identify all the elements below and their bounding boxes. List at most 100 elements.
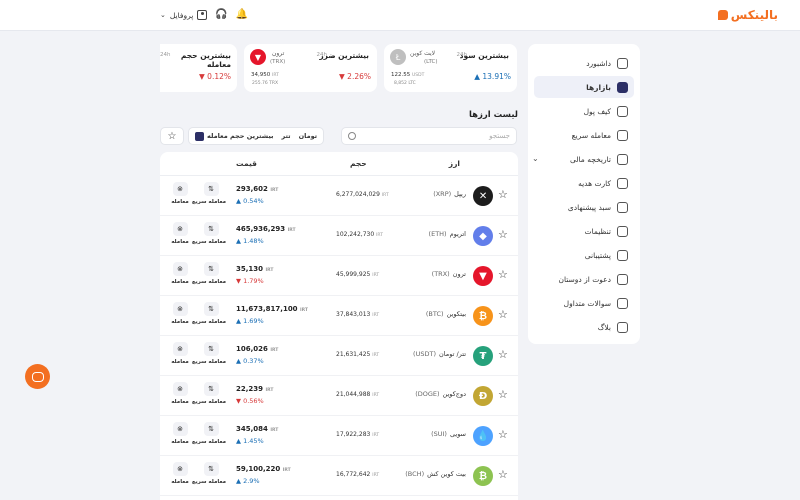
coin-label: اتریوم (ETH) (429, 230, 466, 238)
sidebar-item-gear[interactable]: تنظیمات (534, 220, 634, 242)
table-row[interactable]: ☆ ▼ ترون (TRX) 45,999,925 IRT 35,130 IRT ▼ 1.7… (160, 256, 518, 296)
trade-button[interactable]: ⊗ معامله (165, 222, 195, 245)
volume-value: 21,631,425 IRT (336, 351, 380, 358)
trade-button[interactable]: ⊗ معامله (165, 462, 195, 485)
quick-trade-button[interactable]: ⇅ معامله سریع (191, 462, 226, 485)
stat-card-top-gainer[interactable]: بیشترین سود 24h Ł لایت کوین (LTC) 122.55… (384, 44, 517, 92)
support-chat-button[interactable] (25, 364, 50, 389)
brand-logo[interactable]: بالینکس (717, 7, 778, 23)
sidebar-item-markets[interactable]: بازارها (534, 76, 634, 98)
quick-trade-label: معامله سریع (191, 479, 226, 485)
table-row[interactable]: ☆ ₿ بیت کوین کش (BCH) 16,772,642 IRT 59,100,2… (160, 456, 518, 496)
swap-icon: ⇅ (203, 422, 219, 436)
price-value: 11,673,817,100 IRT (236, 305, 309, 313)
change-value: ▲ 1.69% (236, 317, 264, 325)
star-icon[interactable]: ☆ (498, 429, 508, 440)
profile-button[interactable]: ⌄ پروفایل (160, 10, 208, 20)
table-row[interactable]: ☆ Ð دوج‌کوین (DOGE) 21,044,988 IRT 22,239 IRT… (160, 376, 518, 416)
sidebar-item-blog[interactable]: بلاگ (534, 316, 634, 338)
trade-button[interactable]: ⊗ معامله (165, 182, 195, 205)
swap-icon: ⇅ (203, 342, 219, 356)
change-value: ▲ 1.48% (236, 237, 264, 245)
coin-name: دوج‌کوین (442, 390, 466, 398)
quick-trade-label: معامله سریع (191, 359, 226, 365)
favorites-filter-button[interactable]: ☆ (160, 127, 184, 145)
star-icon[interactable]: ☆ (498, 309, 508, 320)
table-row[interactable]: ☆ 💧 سویی (SUI) 17,922,283 IRT 345,084 IRT ▲ 1.… (160, 416, 518, 456)
trade-button[interactable]: ⊗ معامله (165, 422, 195, 445)
sort-dropdown[interactable]: بیشترین حجم معامله (195, 131, 273, 141)
table-row[interactable]: ☆ ₿ بیتکوین (BTC) 37,843,013 IRT 11,673,817,1… (160, 296, 518, 336)
sort-icon (195, 131, 204, 141)
quick-trade-label: معامله سریع (191, 399, 226, 405)
trade-label: معامله (171, 479, 189, 485)
tab-usdt[interactable]: تتر (281, 132, 290, 140)
tron-icon: ▼ (250, 49, 266, 65)
coin-symbol: (USDT) (413, 350, 436, 358)
trade-button[interactable]: ⊗ معامله (165, 302, 195, 325)
stat-card-top-loser[interactable]: بیشترین ضرر 24h ▼ ترون (TRX) 34,950 IRT … (244, 44, 377, 92)
quick-trade-button[interactable]: ⇅ معامله سریع (192, 262, 226, 285)
coin-symbol: (XRP) (433, 190, 452, 198)
search-input[interactable] (360, 132, 510, 140)
sidebar-item-label: بلاگ (597, 322, 611, 332)
user-icon (197, 10, 208, 20)
table-row[interactable]: ☆ ✕ ریپل (XRP) 6,277,024,029 IRT 293,602 IRT ▲… (160, 176, 518, 216)
star-icon[interactable]: ☆ (498, 229, 508, 240)
swap-icon: ⇅ (203, 182, 219, 196)
trade-button[interactable]: ⊗ معامله (165, 382, 195, 405)
coin-name: سویی (449, 430, 466, 438)
sidebar-item-invite[interactable]: دعوت از دوستان (534, 268, 634, 290)
tab-toman[interactable]: تومان (299, 132, 318, 140)
coin-label: تتر/ تومان (USDT) (413, 350, 466, 358)
stat-coin-symbol: (LTC) (424, 59, 438, 65)
bell-icon[interactable]: 🔔 (236, 10, 248, 20)
trade-button[interactable]: ⊗ معامله (165, 262, 195, 285)
gift-icon (617, 177, 628, 189)
star-icon[interactable]: ☆ (498, 269, 508, 280)
trade-icon: ⊗ (172, 182, 188, 196)
stat-coin-volume: 8,852 LTC (394, 81, 416, 86)
star-icon[interactable]: ☆ (498, 189, 508, 200)
sidebar-item-label: معامله سریع (571, 130, 611, 140)
swap-icon: ⇅ (203, 462, 219, 476)
quick-trade-button[interactable]: ⇅ معامله سریع (192, 302, 226, 325)
quick-trade-button[interactable]: ⇅ معامله سریع (191, 382, 226, 405)
coin-symbol: (BTC) (425, 310, 444, 318)
quick-trade-button[interactable]: ⇅ معامله سریع (191, 342, 226, 365)
stat-card-top-volume[interactable]: بیشترین حجم معامله 24h ▼ 0.12% (160, 44, 237, 92)
table-row[interactable]: ☆ ₮ تتر/ تومان (USDT) 21,631,425 IRT 106,026 … (160, 336, 518, 376)
quick-trade-button[interactable]: ⇅ معامله سریع (192, 222, 226, 245)
volume-value: 16,772,642 IRT (336, 471, 380, 478)
sidebar-item-label: سوالات متداول (563, 298, 611, 308)
sidebar-item-history[interactable]: تاریخچه مالی ⌄ (532, 148, 634, 170)
logo-mark-icon (717, 10, 728, 20)
basket-icon (617, 201, 628, 213)
headset-icon[interactable]: 🎧 (215, 10, 227, 20)
sidebar-item-basket[interactable]: سبد پیشنهادی (534, 196, 634, 218)
trade-label: معامله (171, 439, 189, 445)
trade-icon: ⊗ (172, 302, 188, 316)
star-icon[interactable]: ☆ (498, 389, 508, 400)
table-row[interactable]: ☆ ◆ اتریوم (ETH) 102,242,730 IRT 465,936,293 … (160, 216, 518, 256)
sidebar-item-faq[interactable]: سوالات متداول (534, 292, 634, 314)
wallet-icon (617, 105, 628, 117)
quick-trade-button[interactable]: ⇅ معامله سریع (192, 422, 226, 445)
sidebar-item-gift[interactable]: کارت هدیه (534, 172, 634, 194)
sidebar-item-wallet[interactable]: کیف پول (534, 100, 634, 122)
quick-trade-button[interactable]: ⇅ معامله سریع (192, 182, 226, 205)
sidebar-item-dashboard[interactable]: داشبورد (534, 52, 634, 74)
coin-icon: ▼ (473, 266, 493, 286)
sidebar-item-swap[interactable]: معامله سریع (534, 124, 634, 146)
trade-button[interactable]: ⊗ معامله (165, 342, 195, 365)
stat-change: ▼ 0.12% (199, 72, 231, 81)
sidebar-item-label: کیف پول (583, 106, 611, 116)
search-box[interactable] (341, 127, 517, 145)
stat-title: بیشترین حجم معامله (180, 51, 231, 69)
star-icon[interactable]: ☆ (498, 349, 508, 360)
star-icon[interactable]: ☆ (498, 469, 508, 480)
coin-label: ترون (TRX) (432, 270, 466, 278)
trade-label: معامله (171, 279, 189, 285)
sidebar-item-headset[interactable]: پشتیبانی (534, 244, 634, 266)
trade-label: معامله (171, 239, 189, 245)
